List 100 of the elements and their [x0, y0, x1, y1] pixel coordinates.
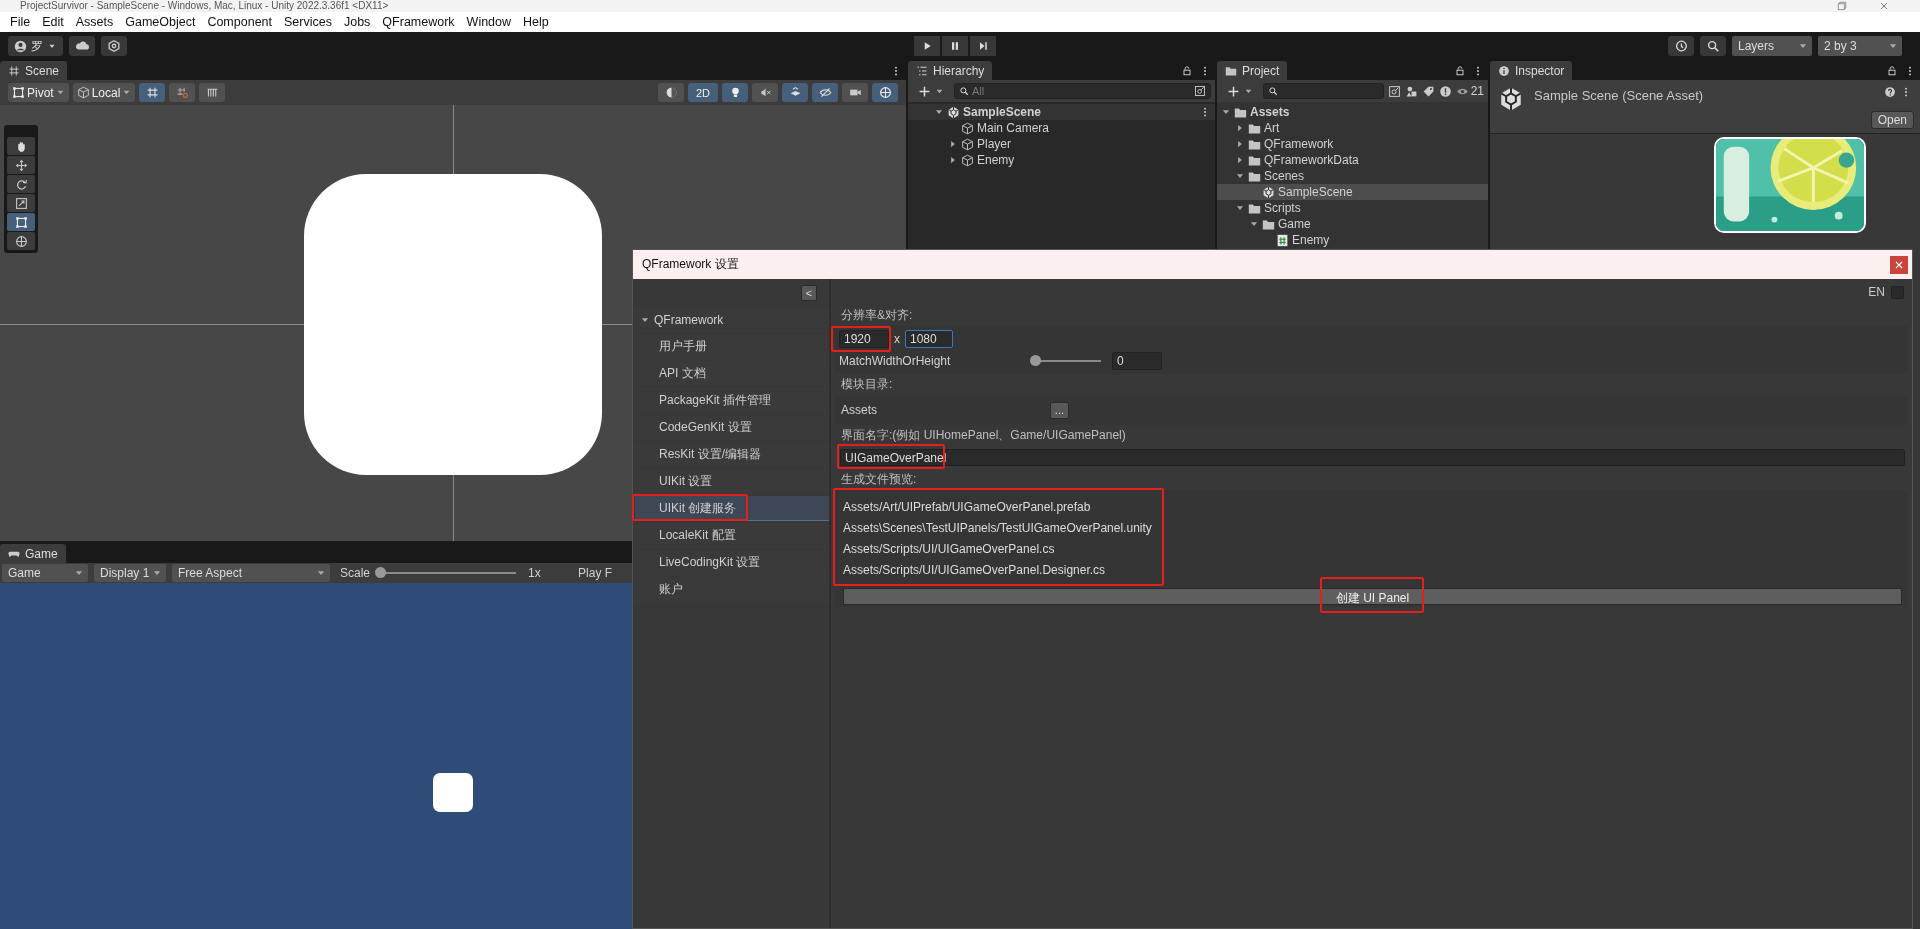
menu-item[interactable]: Help	[517, 15, 555, 29]
sidebar-item[interactable]: UIKit 创建服务	[635, 496, 829, 521]
scene-toolbar-button[interactable]	[812, 83, 838, 102]
search-options-icon	[1194, 85, 1206, 97]
cube-icon	[961, 121, 974, 135]
panel-tab[interactable]: Inspector	[1490, 61, 1573, 80]
open-button[interactable]: Open	[1870, 111, 1914, 129]
scene-toolbar-button[interactable]: 2D	[688, 83, 718, 102]
tag-icon	[1421, 84, 1435, 98]
play-mode-dropdown[interactable]: Play F	[578, 566, 613, 580]
tree-row[interactable]: Assets	[1217, 104, 1488, 120]
create-button[interactable]: 创建 UI Panel	[843, 588, 1902, 605]
file-path: Assets/Scripts/UI/UIGameOverPanel.cs	[843, 540, 1056, 558]
scene-toolbar-button[interactable]	[658, 83, 684, 102]
cube-icon	[76, 86, 90, 99]
field-label: MatchWidthOrHeight	[839, 354, 952, 368]
tree-row[interactable]: Enemy	[1217, 232, 1488, 248]
slider-thumb[interactable]	[375, 567, 387, 578]
tree-row[interactable]: Main Camera	[908, 120, 1215, 136]
rotate-tool-button[interactable]	[7, 175, 35, 193]
scale-value: 1x	[528, 566, 542, 580]
panel-tab[interactable]: Project	[1217, 61, 1288, 80]
account-button[interactable]: 罗	[8, 36, 63, 56]
tree-row[interactable]: Scenes	[1217, 168, 1488, 184]
panel-tab[interactable]: Hierarchy	[908, 61, 993, 80]
tree-row[interactable]: Scripts	[1217, 200, 1488, 216]
services-button[interactable]	[101, 36, 127, 56]
scene-toolbar-button[interactable]	[722, 83, 748, 102]
scene-toolbar-button[interactable]	[139, 83, 166, 102]
scene-toolbar-button[interactable]	[842, 83, 868, 102]
match-slider[interactable]	[1031, 355, 1101, 367]
section-label: 模块目录:	[840, 376, 894, 393]
panel-tab[interactable]: Game	[0, 544, 66, 563]
browse-button[interactable]: ...	[1049, 401, 1069, 419]
scene-toolbar-button[interactable]	[782, 83, 808, 102]
plus-icon	[918, 84, 931, 98]
tree-row[interactable]: QFramework	[1217, 136, 1488, 152]
close-button[interactable]	[1890, 255, 1908, 274]
search-button[interactable]	[1700, 36, 1726, 56]
tree-row[interactable]: Game	[1217, 216, 1488, 232]
cube-icon	[961, 137, 974, 151]
grid-icon	[145, 86, 159, 99]
menu-item[interactable]: Edit	[36, 15, 70, 29]
scale-label: Scale	[340, 566, 371, 580]
pause-button[interactable]	[942, 36, 968, 56]
value-field[interactable]: 0	[1112, 352, 1162, 370]
lines-icon	[916, 64, 928, 77]
aspect-dropdown[interactable]: Free Aspect	[172, 564, 330, 582]
pivot-dropdown[interactable]: Pivot	[8, 83, 69, 102]
scene-toolbar-button[interactable]	[169, 83, 196, 102]
scene-toolbar-button[interactable]	[752, 83, 778, 102]
asset-title: Sample Scene (Scene Asset)	[1534, 88, 1705, 103]
tree-row[interactable]: SampleScene	[908, 104, 1215, 120]
game-view-dropdown[interactable]: Game	[2, 564, 88, 582]
tree-row[interactable]: SampleScene	[1217, 184, 1488, 200]
search-field[interactable]	[1263, 83, 1384, 99]
rotate-icon	[14, 177, 28, 191]
menu-item[interactable]: GameObject	[119, 15, 202, 29]
search-field[interactable]: All	[954, 83, 1211, 99]
scale-tool-button[interactable]	[7, 194, 35, 212]
height-field[interactable]: 1080	[905, 330, 953, 348]
rect-icon	[14, 215, 28, 229]
row-label: Enemy	[1292, 233, 1330, 247]
tree-row[interactable]: Art	[1217, 120, 1488, 136]
step-button[interactable]	[970, 36, 996, 56]
menu-item[interactable]: Assets	[69, 15, 120, 29]
scale-slider[interactable]	[376, 567, 517, 579]
section-label: 界面名字:(例如 UIHomePanel、Game/UIGamePanel)	[840, 427, 1127, 444]
info-icon	[1498, 64, 1510, 77]
menu-item[interactable]: Component	[201, 15, 278, 29]
play-button[interactable]	[914, 36, 940, 56]
menu-item[interactable]: Window	[460, 15, 518, 29]
history-button[interactable]	[1668, 36, 1694, 56]
hand-tool-button[interactable]	[7, 137, 35, 155]
tree-row[interactable]: Player	[908, 136, 1215, 152]
scene-toolbar-button[interactable]	[199, 83, 226, 102]
history-icon	[1674, 39, 1688, 53]
path-text: Assets	[841, 403, 877, 417]
layers-dropdown[interactable]: Layers	[1732, 36, 1812, 56]
row-label: Scenes	[1264, 169, 1305, 183]
transform-tool-button[interactable]	[7, 232, 35, 250]
tree-row[interactable]: QFrameworkData	[1217, 152, 1488, 168]
menu-item[interactable]: Jobs	[337, 15, 377, 29]
cloud-button[interactable]	[69, 36, 95, 56]
scene-toolbar-button[interactable]	[872, 83, 898, 102]
display-dropdown[interactable]: Display 1	[94, 564, 166, 582]
slider-thumb[interactable]	[1030, 355, 1041, 366]
width-field[interactable]: 1920	[839, 330, 889, 348]
menu-item[interactable]: Services	[278, 15, 338, 29]
gizmo-icon	[878, 86, 892, 99]
layout-dropdown[interactable]: 2 by 3	[1818, 36, 1902, 56]
panel-tab[interactable]: Scene	[0, 61, 68, 80]
menu-item[interactable]: File	[4, 15, 37, 29]
menu-item[interactable]: QFramework	[376, 15, 461, 29]
hexagon-icon	[107, 39, 121, 53]
move-tool-button[interactable]	[7, 156, 35, 174]
rect-tool-button[interactable]	[7, 213, 35, 231]
tree-row[interactable]: Enemy	[908, 152, 1215, 168]
local-dropdown[interactable]: Local	[72, 83, 136, 102]
collapse-button[interactable]: <	[801, 285, 817, 301]
